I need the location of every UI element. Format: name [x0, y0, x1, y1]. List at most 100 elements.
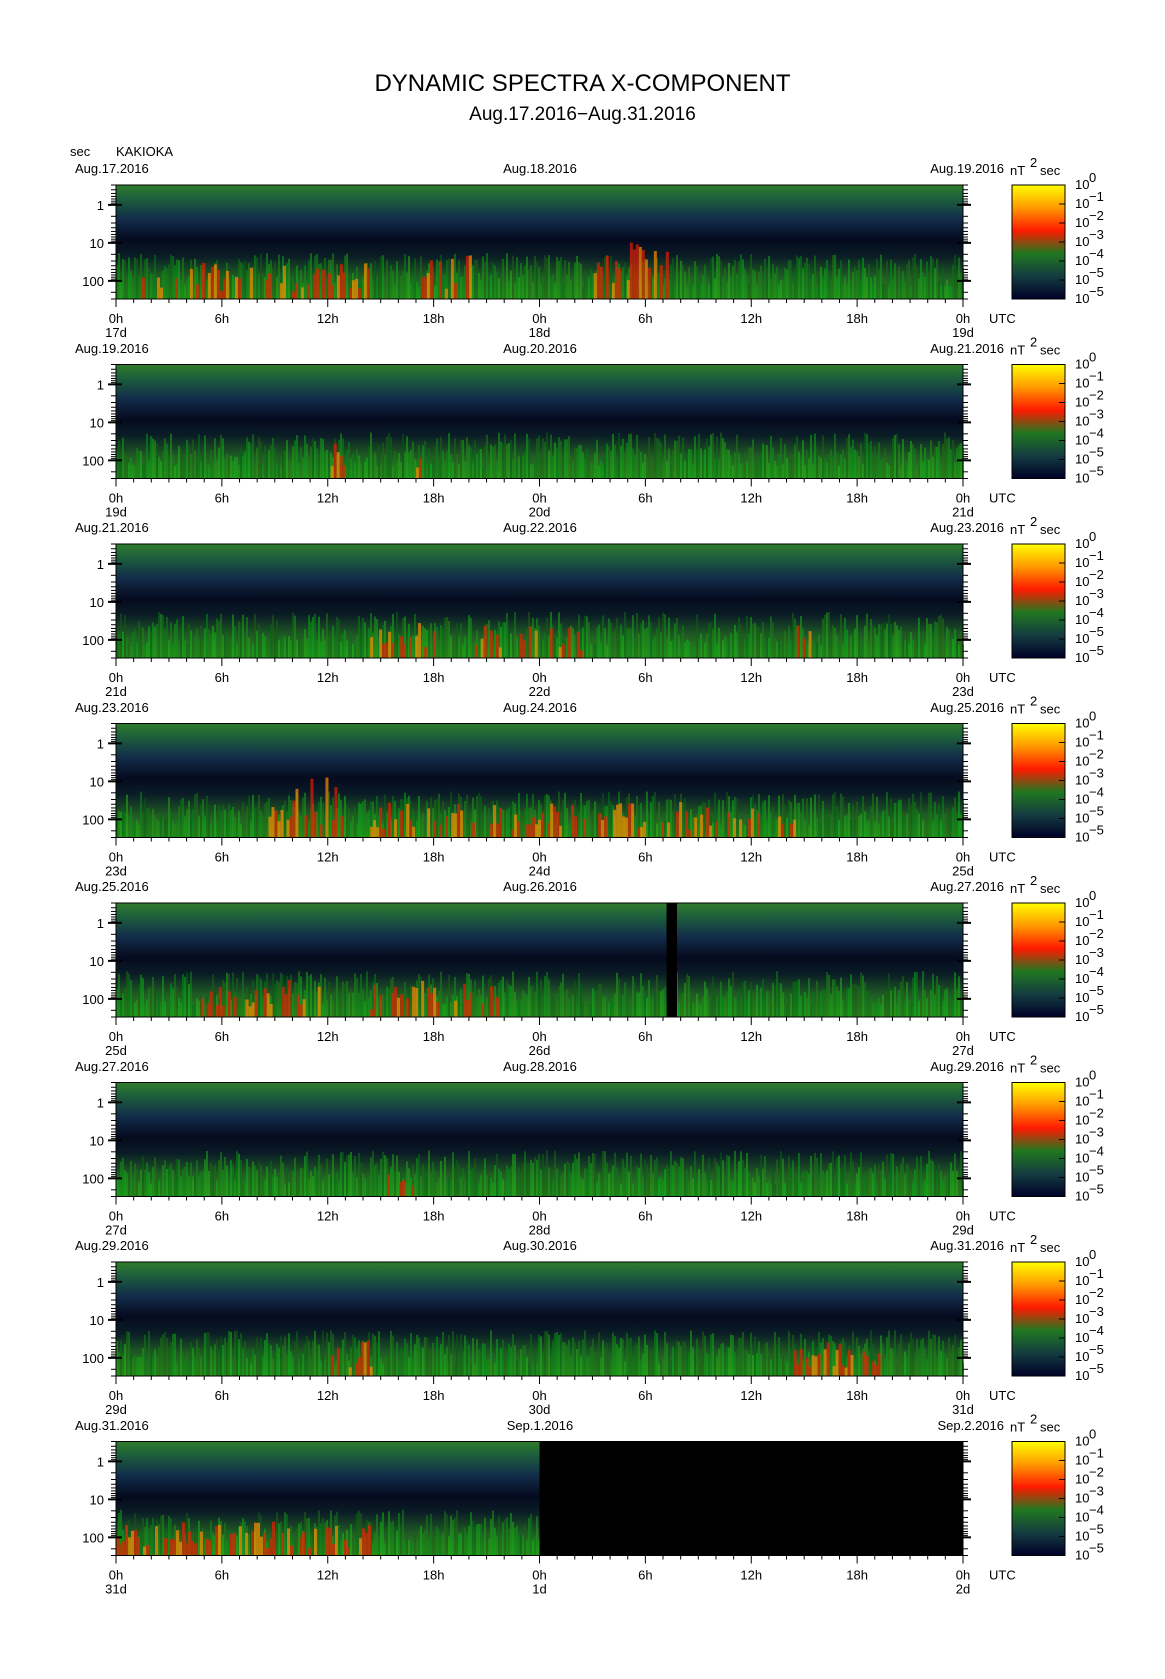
spectrum-stripe	[442, 801, 444, 838]
spectrum-stripe	[184, 977, 186, 1017]
spectrum-stripe	[568, 436, 570, 479]
power-burst	[632, 249, 636, 299]
spectrum-stripe	[784, 1360, 786, 1376]
spectrum-stripe	[740, 625, 742, 658]
y-tick-label: 10	[90, 595, 104, 610]
power-burst	[369, 1366, 373, 1376]
colorbar-tick-label: 10	[1075, 990, 1089, 1005]
spectrum-stripe	[174, 1179, 176, 1197]
spectrum-stripe	[296, 639, 298, 658]
spectrum-stripe	[238, 1339, 240, 1376]
spectrum-stripe	[872, 793, 874, 838]
spectrum-stripe	[862, 463, 864, 479]
y-tick-label: 100	[82, 1530, 104, 1545]
spectrum-stripe	[424, 823, 426, 838]
spectrum-stripe	[500, 1348, 502, 1376]
x-day-label: 25d	[952, 864, 974, 879]
power-burst	[444, 288, 448, 299]
spectrum-stripe	[206, 613, 208, 658]
spectrum-stripe	[880, 460, 882, 479]
spectrum-stripe	[718, 459, 720, 479]
spectrum-stripe	[200, 1171, 202, 1197]
spectrum-stripe	[386, 986, 388, 1017]
spectrum-stripe	[502, 1339, 504, 1376]
spectrum-stripe	[860, 281, 862, 299]
spectrum-stripe	[712, 256, 714, 299]
spectrum-stripe	[444, 1354, 446, 1376]
spectrum-stripe	[850, 974, 852, 1017]
spectrum-stripe	[672, 811, 674, 838]
spectrum-stripe	[204, 435, 206, 479]
spectrum-stripe	[282, 1162, 284, 1197]
spectrum-stripe	[924, 276, 926, 299]
colorbar-tick-label: 10	[1075, 414, 1089, 429]
spectrum-stripe	[444, 617, 446, 658]
spectrum-stripe	[838, 1155, 840, 1197]
spectrum-stripe	[402, 433, 404, 479]
spectrum-stripe	[618, 433, 620, 479]
spectrum-stripe	[876, 635, 878, 658]
x-tick-label: 12h	[740, 1209, 762, 1224]
spectrum-stripe	[518, 1001, 520, 1017]
spectrum-stripe	[424, 1167, 426, 1197]
spectrum-stripe	[852, 984, 854, 1017]
spectrum-stripe	[190, 630, 192, 658]
spectrum-stripe	[342, 1339, 344, 1376]
spectrum-stripe	[672, 1165, 674, 1197]
spectrum-stripe	[538, 986, 540, 1017]
spectrum-stripe	[662, 1358, 664, 1376]
power-burst	[327, 273, 331, 299]
spectrum-stripe	[812, 640, 814, 658]
spectrum-stripe	[790, 454, 792, 479]
spectrum-stripe	[924, 989, 926, 1017]
spectrum-stripe	[168, 1004, 170, 1017]
spectrum-stripe	[246, 437, 248, 479]
spectrum-stripe	[232, 614, 234, 658]
spectrum-stripe	[522, 1345, 524, 1376]
colorbar-unit: nT	[1010, 343, 1025, 358]
spectrum-stripe	[420, 1176, 422, 1197]
spectrum-stripe	[778, 1184, 780, 1197]
spectrum-stripe	[438, 1177, 440, 1197]
spectrum-stripe	[720, 981, 722, 1017]
spectrum-stripe	[224, 628, 226, 658]
spectrum-stripe	[306, 638, 308, 658]
spectrum-stripe	[790, 260, 792, 299]
spectrum-stripe	[698, 283, 700, 299]
colorbar-tick-exponent: −4	[1089, 426, 1104, 441]
spectrum-stripe	[926, 819, 928, 838]
power-burst	[137, 1537, 140, 1556]
spectrum-stripe	[216, 459, 218, 479]
spectrum-stripe	[362, 801, 364, 838]
spectrum-stripe	[492, 446, 494, 479]
spectrum-stripe	[674, 1160, 676, 1197]
spectrum-stripe	[562, 800, 564, 838]
spectrum-stripe	[154, 440, 156, 479]
power-burst	[334, 787, 338, 838]
spectrum-stripe	[282, 1345, 284, 1376]
spectrum-stripe	[148, 808, 150, 838]
spectrum-stripe	[370, 432, 372, 479]
spectrum-stripe	[748, 990, 750, 1017]
spectrum-stripe	[140, 974, 142, 1017]
spectrum-stripe	[368, 446, 370, 479]
spectrum-stripe	[144, 1334, 146, 1376]
spectrum-stripe	[440, 436, 442, 479]
spectrum-stripe	[742, 259, 744, 299]
spectrum-stripe	[588, 1156, 590, 1197]
spectrum-stripe	[326, 450, 328, 479]
spectrum-stripe	[146, 1361, 148, 1376]
spectrum-stripe	[800, 616, 802, 658]
power-burst	[865, 1355, 869, 1376]
power-burst	[619, 803, 623, 838]
power-burst	[465, 255, 469, 299]
colorbar-tick-label: 10	[1075, 536, 1089, 551]
power-burst	[284, 994, 288, 1017]
spectrum-stripe	[638, 448, 640, 479]
spectrum-stripe	[468, 444, 470, 479]
spectrum-stripe	[792, 1160, 794, 1197]
colorbar-tick-exponent: −5	[1089, 1182, 1104, 1197]
spectrum-stripe	[524, 809, 526, 838]
spectrum-stripe	[946, 1357, 948, 1376]
spectrum-stripe	[842, 645, 844, 658]
